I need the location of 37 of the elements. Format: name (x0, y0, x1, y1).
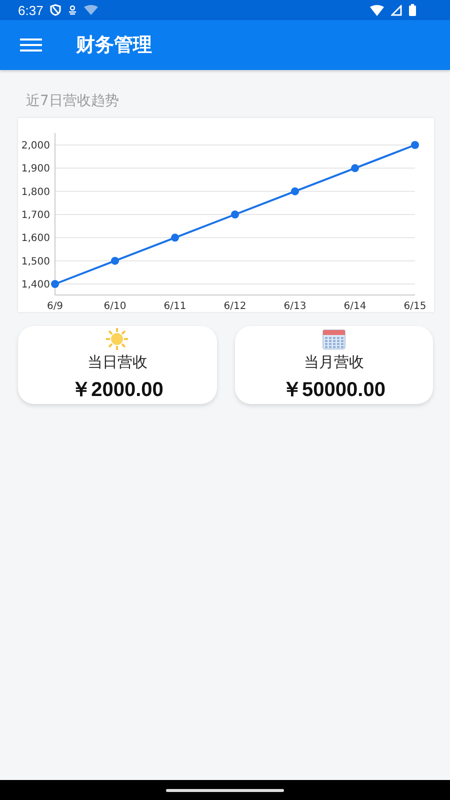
x-tick-label: 6/12 (224, 301, 246, 312)
x-tick-label: 6/14 (344, 301, 366, 312)
x-tick-label: 6/10 (104, 301, 126, 312)
y-tick-label: 1,400 (21, 280, 50, 290)
x-tick-label: 6/15 (404, 301, 426, 312)
home-indicator[interactable] (166, 788, 284, 792)
card-value: ￥2000.00 (71, 378, 164, 403)
data-point (351, 164, 359, 172)
y-tick-label: 1,800 (21, 186, 50, 198)
app-title: 财务管理 (76, 33, 152, 58)
wifi-icon (370, 4, 384, 16)
data-point (51, 280, 59, 288)
battery-icon (409, 4, 416, 16)
data-point (411, 141, 419, 149)
calendar-icon (322, 328, 346, 350)
x-tick-label: 6/11 (164, 301, 186, 312)
y-tick-label: 1,700 (21, 210, 50, 221)
data-point (291, 187, 299, 196)
y-tick-label: 2,000 (21, 140, 50, 152)
y-tick-label: 1,600 (21, 233, 50, 244)
data-point (171, 234, 179, 242)
x-tick-label: 6/9 (46, 301, 64, 312)
data-point (111, 256, 119, 265)
download-icon (68, 5, 78, 15)
x-tick-label: 6/13 (284, 301, 306, 312)
data-point (231, 210, 239, 218)
signal-icon (391, 4, 402, 16)
chart-title: 近7日营收趋势 (26, 92, 120, 111)
sun-icon (104, 328, 130, 350)
card-label: 当月营收 (304, 353, 364, 372)
shield-icon (50, 4, 62, 16)
wifi-icon (84, 5, 98, 15)
status-time: 6:37 (18, 2, 44, 18)
y-tick-label: 1,900 (21, 164, 50, 175)
card-value: ￥50000.00 (282, 378, 386, 403)
y-tick-label: 1,500 (21, 256, 50, 268)
card-label: 当日营收 (87, 353, 148, 372)
